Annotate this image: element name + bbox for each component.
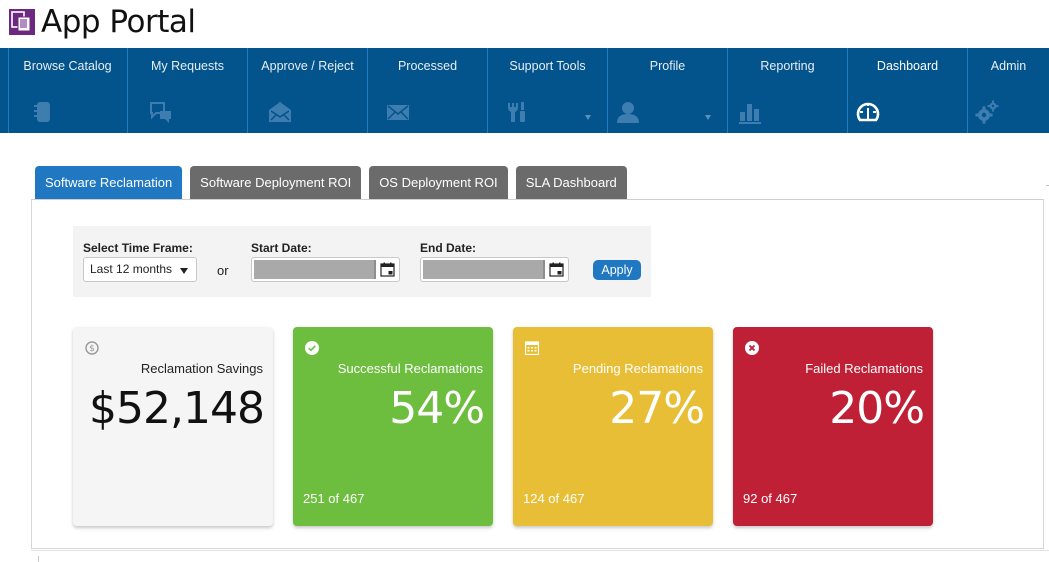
- nav-item-browse-catalog[interactable]: Browse Catalog: [8, 48, 127, 133]
- reclamation-savings-card: $ Reclamation Savings $52,148: [73, 327, 273, 526]
- bar-chart-icon: [738, 100, 762, 124]
- nav-item-profile[interactable]: Profile: [607, 48, 727, 133]
- dollar-circle-icon: $: [85, 341, 99, 355]
- card-title: Successful Reclamations: [337, 361, 483, 376]
- time-frame-label: Select Time Frame:: [83, 241, 193, 255]
- card-value: $52,148: [89, 383, 265, 434]
- filter-bar: Select Time Frame: Last 12 months or Sta…: [73, 226, 651, 297]
- start-date-label: Start Date:: [251, 241, 312, 255]
- nav-label: Approve / Reject: [261, 59, 354, 73]
- main-nav: Browse Catalog My Requests Approve / Rej…: [0, 48, 1049, 133]
- app-portal-logo-icon: [9, 9, 35, 35]
- nav-item-reporting[interactable]: Reporting: [727, 48, 847, 133]
- tab-os-deployment-roi[interactable]: OS Deployment ROI: [369, 166, 508, 199]
- time-frame-select[interactable]: Last 12 months: [83, 257, 197, 282]
- gears-icon: [975, 100, 999, 124]
- gauge-icon: [856, 100, 880, 124]
- apply-button[interactable]: Apply: [593, 260, 641, 280]
- chevron-down-icon[interactable]: [585, 115, 591, 120]
- nav-item-processed[interactable]: Processed: [367, 48, 487, 133]
- time-frame-value: Last 12 months: [90, 262, 173, 276]
- calendar-icon: [525, 341, 539, 355]
- user-icon: [616, 100, 640, 124]
- nav-item-support-tools[interactable]: Support Tools: [487, 48, 607, 133]
- card-value: 20%: [829, 383, 925, 434]
- nav-label: Admin: [990, 59, 1027, 73]
- calendar-icon[interactable]: [380, 262, 395, 277]
- nav-item-dashboard[interactable]: Dashboard: [847, 48, 967, 133]
- nav-item-admin[interactable]: Admin: [967, 48, 1049, 133]
- start-date-input[interactable]: [251, 257, 400, 282]
- failed-reclamations-card: Failed Reclamations 20% 92 of 467: [733, 327, 933, 526]
- caret-down-icon: [180, 268, 188, 274]
- start-date-value: [254, 260, 376, 279]
- calendar-icon[interactable]: [549, 262, 564, 277]
- pending-reclamations-card: Pending Reclamations 27% 124 of 467: [513, 327, 713, 526]
- end-date-value: [423, 260, 545, 279]
- chevron-down-icon[interactable]: [705, 115, 711, 120]
- nav-item-my-requests[interactable]: My Requests: [127, 48, 247, 133]
- divider: [31, 550, 1049, 551]
- nav-label: Browse Catalog: [23, 59, 112, 73]
- card-count: 251 of 467: [303, 491, 365, 506]
- tab-sla-dashboard[interactable]: SLA Dashboard: [515, 166, 627, 199]
- dashboard-tabs: Software Reclamation Software Deployment…: [35, 166, 627, 199]
- card-title: Pending Reclamations: [572, 361, 703, 376]
- nav-label: Support Tools: [509, 59, 586, 73]
- envelope-icon: [386, 100, 410, 124]
- chat-bubbles-icon: [149, 100, 173, 124]
- end-date-label: End Date:: [420, 241, 477, 255]
- open-envelope-icon: [268, 100, 292, 124]
- nav-label: Profile: [649, 59, 686, 73]
- svg-text:$: $: [89, 344, 95, 354]
- card-title: Failed Reclamations: [805, 361, 923, 376]
- card-count: 92 of 467: [743, 491, 798, 506]
- nav-label: Dashboard: [876, 59, 939, 73]
- nav-label: Processed: [397, 59, 458, 73]
- notebook-icon: [31, 100, 55, 124]
- card-value: 54%: [389, 383, 485, 434]
- or-text: or: [217, 263, 229, 278]
- nav-label: My Requests: [151, 59, 224, 73]
- card-count: 124 of 467: [523, 491, 585, 506]
- successful-reclamations-card: Successful Reclamations 54% 251 of 467: [293, 327, 493, 526]
- card-title: Reclamation Savings: [140, 361, 263, 376]
- x-circle-icon: [745, 341, 759, 355]
- check-circle-icon: [305, 341, 319, 355]
- nav-item-approve-reject[interactable]: Approve / Reject: [247, 48, 367, 133]
- nav-label: Reporting: [760, 59, 815, 73]
- app-header: App Portal: [0, 0, 1049, 48]
- divider: [38, 556, 39, 562]
- card-value: 27%: [609, 383, 705, 434]
- tab-software-deployment-roi[interactable]: Software Deployment ROI: [190, 166, 362, 199]
- app-title: App Portal: [41, 4, 196, 40]
- tools-icon: [506, 100, 530, 124]
- end-date-input[interactable]: [420, 257, 569, 282]
- tab-software-reclamation[interactable]: Software Reclamation: [35, 166, 183, 199]
